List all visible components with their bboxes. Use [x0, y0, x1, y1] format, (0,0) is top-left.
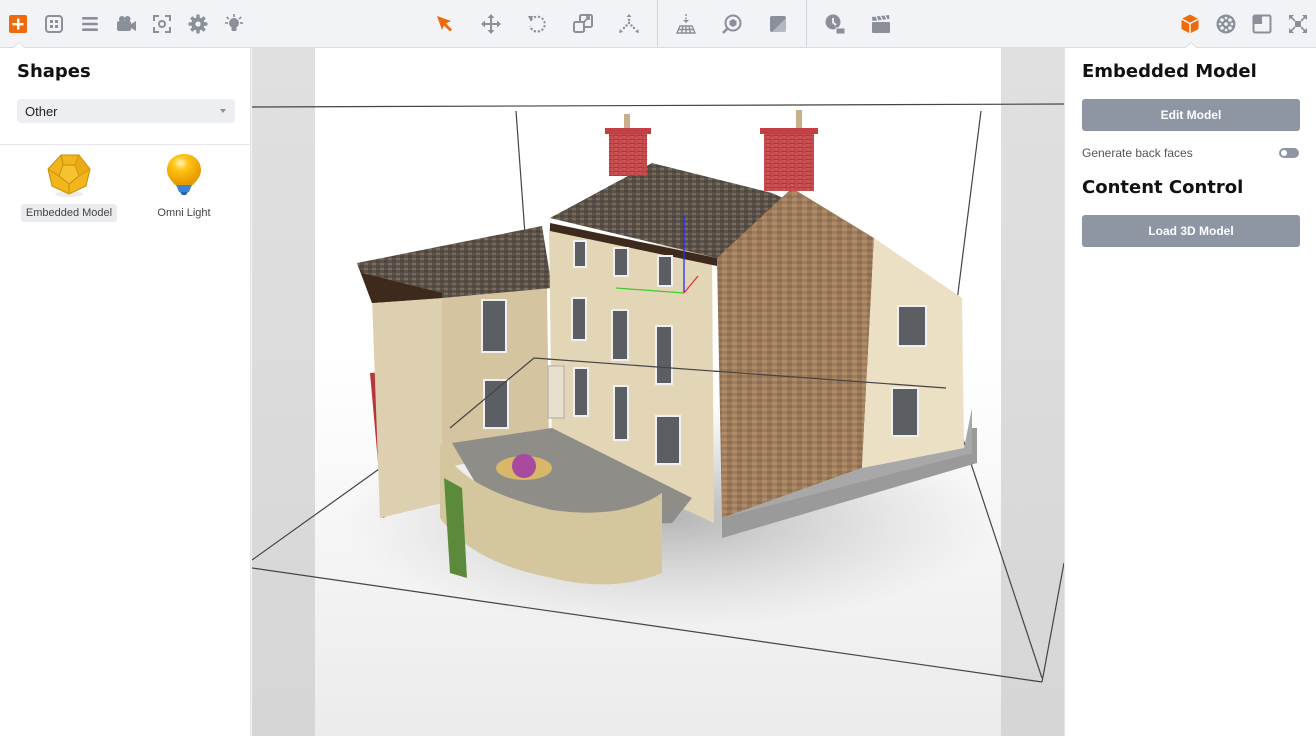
- layout-grid-icon[interactable]: [42, 12, 66, 36]
- list-icon[interactable]: [78, 12, 102, 36]
- lightbulb-icon: [167, 154, 201, 195]
- shape-item-omni-light[interactable]: Omni Light: [134, 152, 234, 222]
- object-properties-icon[interactable]: [1178, 12, 1202, 36]
- gear-icon[interactable]: [186, 12, 210, 36]
- generate-back-faces-label: Generate back faces: [1082, 146, 1193, 160]
- generate-back-faces-toggle[interactable]: [1279, 148, 1299, 158]
- section-title-content-control: Content Control: [1082, 177, 1244, 198]
- divider: [0, 144, 251, 145]
- fullscreen-icon[interactable]: [1286, 12, 1310, 36]
- material-icon[interactable]: [766, 12, 790, 36]
- select-arrow-icon[interactable]: [433, 12, 457, 36]
- toolbar-separator: [806, 0, 807, 48]
- load-3d-model-button[interactable]: Load 3D Model: [1082, 215, 1300, 247]
- light-icon[interactable]: [222, 12, 246, 36]
- timeline-icon[interactable]: [823, 12, 847, 36]
- rotate-icon[interactable]: [525, 12, 549, 36]
- frame-icon[interactable]: [1250, 12, 1274, 36]
- 3d-viewport[interactable]: [252, 48, 1064, 736]
- zoom-to-object-icon[interactable]: [720, 12, 744, 36]
- shapes-panel: Shapes Other Embedded Model Omni Light: [0, 48, 251, 736]
- category-select[interactable]: Other: [17, 99, 235, 123]
- shape-label: Embedded Model: [20, 204, 118, 222]
- scale-icon[interactable]: [571, 12, 595, 36]
- section-title-embedded-model: Embedded Model: [1082, 61, 1257, 82]
- focus-icon[interactable]: [150, 12, 174, 36]
- panel-title: Shapes: [17, 61, 91, 82]
- category-select-value: Other: [25, 104, 58, 119]
- chevron-down-icon: [220, 109, 226, 113]
- toolbar-separator: [657, 0, 658, 48]
- shape-item-embedded-model[interactable]: Embedded Model: [19, 152, 119, 222]
- texture-icon[interactable]: [1214, 12, 1238, 36]
- pivot-icon[interactable]: [617, 12, 641, 36]
- scene: [252, 103, 1064, 683]
- dodecahedron-icon: [47, 154, 91, 197]
- camera-icon[interactable]: [114, 12, 138, 36]
- move-icon[interactable]: [479, 12, 503, 36]
- clapperboard-icon[interactable]: [869, 12, 893, 36]
- add-shape-icon[interactable]: [6, 12, 30, 36]
- main-toolbar: [0, 0, 1316, 48]
- drop-to-floor-icon[interactable]: [674, 12, 698, 36]
- edit-model-button[interactable]: Edit Model: [1082, 99, 1300, 131]
- shape-label: Omni Light: [157, 207, 211, 219]
